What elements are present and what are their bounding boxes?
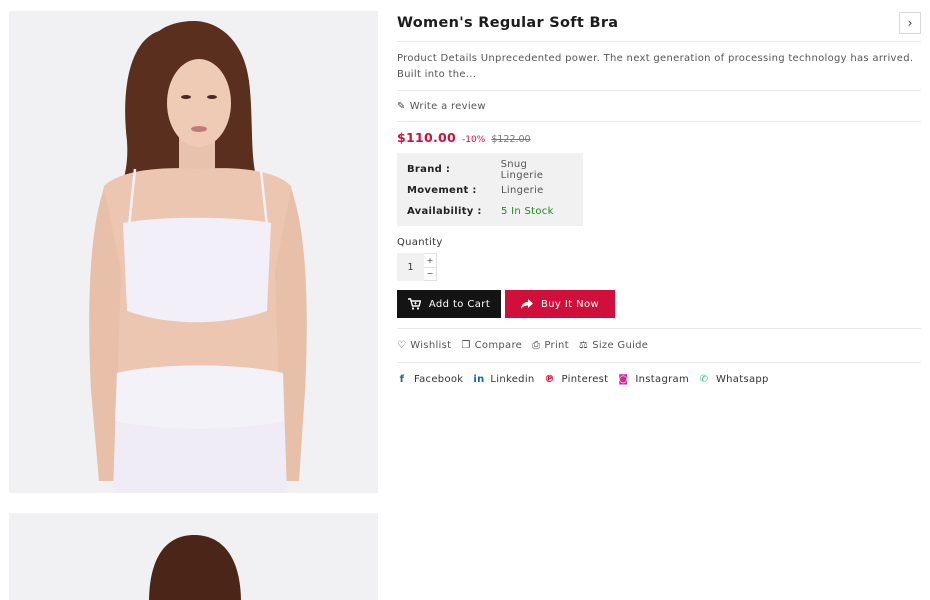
spec-value: Snug Lingerie <box>500 158 544 181</box>
chevron-right-icon: › <box>907 16 913 30</box>
spec-label: Movement : <box>407 185 477 196</box>
print-link[interactable]: ⎙ Print <box>532 340 569 351</box>
product-specs: Brand : Snug Lingerie Movement : Lingeri… <box>397 153 583 226</box>
divider <box>397 41 921 42</box>
ruler-icon: ⚖ <box>578 340 589 351</box>
copy-icon: ❐ <box>461 340 471 351</box>
purchase-actions: Add to Cart Buy It Now <box>397 290 921 318</box>
compare-label: Compare <box>474 340 523 351</box>
share-linkedin[interactable]: in Linkedin <box>473 374 534 385</box>
linkedin-icon: in <box>473 373 485 385</box>
social-share: f Facebook in Linkedin ℗ Pinterest ◙ Ins… <box>397 363 921 395</box>
old-price: $122.00 <box>491 134 531 145</box>
print-label: Print <box>544 340 569 351</box>
write-review-label: Write a review <box>409 100 486 112</box>
product-tools: ♡ Wishlist ❐ Compare ⎙ Print ⚖ Size Guid… <box>397 329 921 362</box>
add-to-cart-button[interactable]: Add to Cart <box>397 290 501 318</box>
buy-now-button[interactable]: Buy It Now <box>505 290 615 318</box>
share-pinterest[interactable]: ℗ Pinterest <box>545 374 609 385</box>
pencil-icon: ✎ <box>397 100 406 112</box>
buy-now-label: Buy It Now <box>540 298 600 310</box>
quantity-decrease-button[interactable]: − <box>424 266 436 281</box>
wishlist-label: Wishlist <box>410 340 452 351</box>
product-image-secondary[interactable] <box>9 513 378 600</box>
write-review-link[interactable]: ✎ Write a review <box>397 91 921 121</box>
compare-link[interactable]: ❐ Compare <box>461 340 522 351</box>
instagram-icon: ◙ <box>618 373 629 385</box>
quantity-stepper: + − <box>397 253 921 281</box>
linkedin-label: Linkedin <box>490 373 535 385</box>
cart-icon <box>407 298 421 310</box>
instagram-label: Instagram <box>635 373 689 385</box>
current-price: $110.00 <box>397 130 457 145</box>
spec-label: Availability : <box>407 206 482 217</box>
quantity-input[interactable] <box>397 253 424 281</box>
next-product-button[interactable]: › <box>899 12 921 34</box>
title-row: Women's Regular Soft Bra › <box>397 11 921 35</box>
quantity-label: Quantity <box>397 237 443 248</box>
share-instagram[interactable]: ◙ Instagram <box>618 374 689 385</box>
discount-badge: -10% <box>462 135 486 145</box>
share-whatsapp[interactable]: ✆ Whatsapp <box>699 374 769 385</box>
facebook-icon: f <box>399 373 405 385</box>
quantity-buttons: + − <box>424 253 437 281</box>
divider <box>397 121 921 122</box>
printer-icon: ⎙ <box>532 340 541 351</box>
pinterest-icon: ℗ <box>544 373 555 385</box>
whatsapp-label: Whatsapp <box>715 373 769 385</box>
product-gallery <box>9 11 378 600</box>
size-guide-link[interactable]: ⚖ Size Guide <box>579 340 648 351</box>
product-description: Product Details Unprecedented power. The… <box>397 53 914 80</box>
share-arrow-icon <box>520 299 533 309</box>
product-image-main[interactable] <box>9 11 378 493</box>
whatsapp-icon: ✆ <box>699 373 709 385</box>
stock-status: 5 In Stock <box>501 206 554 217</box>
quantity-increase-button[interactable]: + <box>424 254 436 267</box>
spec-label: Brand : <box>407 164 451 175</box>
pinterest-label: Pinterest <box>561 373 609 385</box>
product-title: Women's Regular Soft Bra <box>397 15 619 31</box>
facebook-label: Facebook <box>414 373 464 385</box>
spec-row-availability: Availability : 5 In Stock <box>407 201 573 222</box>
share-facebook[interactable]: f Facebook <box>397 374 463 385</box>
spec-value: Lingerie <box>501 185 544 196</box>
spec-row-brand: Brand : Snug Lingerie <box>407 158 573 181</box>
size-guide-label: Size Guide <box>592 340 649 351</box>
wishlist-link[interactable]: ♡ Wishlist <box>397 340 451 351</box>
heart-icon: ♡ <box>397 340 407 351</box>
spec-row-movement: Movement : Lingerie <box>407 180 573 201</box>
price-row: $110.00 -10% $122.00 <box>397 130 921 145</box>
product-info: Women's Regular Soft Bra › Product Detai… <box>397 11 921 395</box>
add-to-cart-label: Add to Cart <box>428 298 491 310</box>
